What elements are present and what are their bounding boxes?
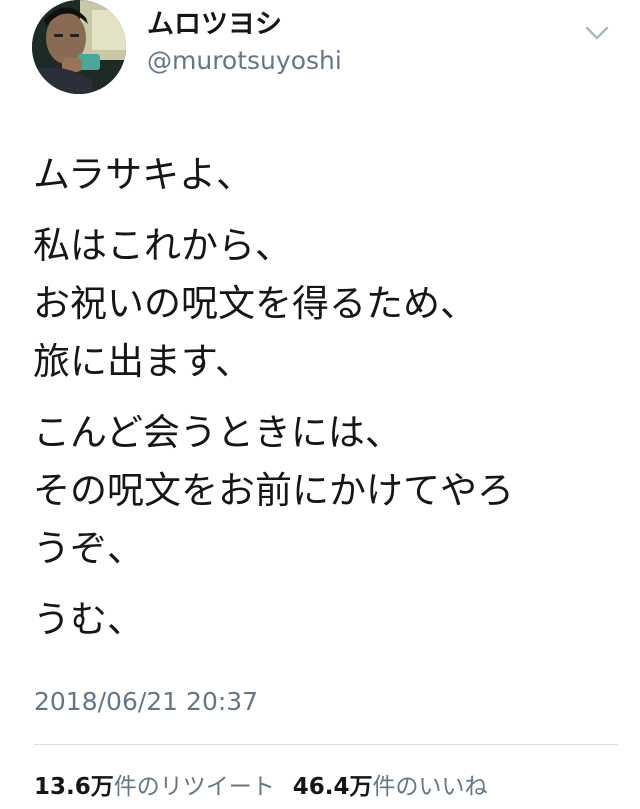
retweet-count-link[interactable]: 13.6万件のリツイート: [34, 770, 275, 804]
avatar-image: [32, 0, 126, 94]
avatar[interactable]: [32, 0, 126, 94]
tweet-text-line: お祝いの呪文を得るため、: [33, 282, 477, 325]
tweet-text-line: 私はこれから、: [33, 224, 292, 267]
like-label: 件のいいね: [372, 774, 488, 800]
like-count-link[interactable]: 46.4万件のいいね: [293, 770, 488, 804]
display-name[interactable]: ムロツヨシ: [147, 8, 342, 42]
tweet-text-line: その呪文をお前にかけてやろ: [33, 469, 514, 512]
tweet-paragraph: うむ、: [33, 591, 618, 649]
tweet-header: ムロツヨシ @murotsuyoshi: [30, 0, 620, 96]
tweet-text: ムラサキよ、 私はこれから、 お祝いの呪文を得るため、 旅に出ます、 こんど会う…: [33, 146, 618, 662]
tweet-paragraph: 私はこれから、 お祝いの呪文を得るため、 旅に出ます、: [33, 217, 618, 391]
retweet-count: 13.6万: [34, 774, 114, 800]
tweet-text-line: うむ、: [33, 598, 144, 641]
tweet-text-line: こんど会うときには、: [33, 411, 402, 454]
tweet-paragraph: ムラサキよ、: [33, 146, 618, 204]
like-count: 46.4万: [292, 774, 373, 800]
tweet-timestamp[interactable]: 2018/06/21 20:37: [34, 685, 258, 719]
tweet-text-line: ムラサキよ、: [33, 153, 254, 196]
tweet-paragraph: こんど会うときには、 その呪文をお前にかけてやろ うぞ、: [33, 404, 618, 578]
user-handle[interactable]: @murotsuyoshi: [147, 44, 342, 78]
tweet-text-line: うぞ、: [33, 527, 144, 570]
divider: [34, 744, 618, 745]
tweet-text-line: 旅に出ます、: [33, 340, 253, 383]
chevron-down-icon[interactable]: [584, 24, 610, 42]
tweet-stats: 13.6万件のリツイート 46.4万件のいいね: [34, 770, 506, 804]
retweet-label: 件のリツイート: [113, 774, 275, 800]
tweet-detail: ムロツヨシ @murotsuyoshi ムラサキよ、 私はこれから、 お祝いの呪…: [0, 0, 640, 809]
user-names: ムロツヨシ @murotsuyoshi: [147, 8, 342, 78]
